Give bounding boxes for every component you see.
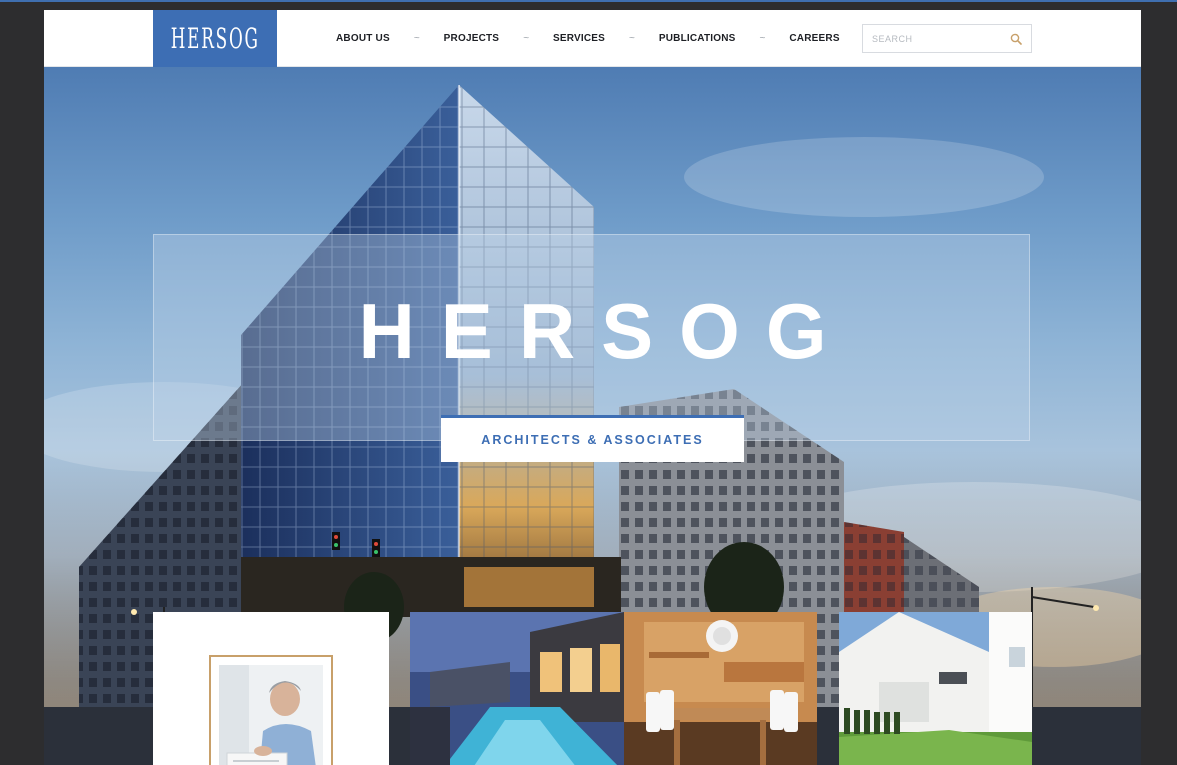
search-input[interactable] [863,25,1003,52]
hero-subtitle-panel: ARCHITECTS & ASSOCIATES [441,415,744,462]
architect-photo [219,665,323,765]
hero-title: HERSOG [358,287,853,375]
search-box [862,24,1032,53]
website-page: HERSOG ABOUT US ~ PROJECTS ~ SERVICES ~ … [44,10,1141,765]
portrait-frame [209,655,333,765]
nav-separator: ~ [759,33,766,44]
nav-careers[interactable]: CAREERS [789,33,839,44]
logo-text: HERSOG [170,21,260,55]
nav-separator: ~ [629,33,635,44]
nav-services[interactable]: SERVICES [553,33,605,44]
site-header: HERSOG ABOUT US ~ PROJECTS ~ SERVICES ~ … [44,10,1141,67]
nav-publications[interactable]: PUBLICATIONS [659,33,736,44]
card-project-house[interactable] [839,612,1032,765]
card-architect[interactable] [153,612,389,765]
search-icon[interactable] [1010,33,1022,45]
nav-separator: ~ [413,33,420,44]
nav-projects[interactable]: PROJECTS [444,33,500,44]
card-project-pool[interactable] [410,612,624,765]
logo[interactable]: HERSOG [153,10,277,67]
main-nav: ABOUT US ~ PROJECTS ~ SERVICES ~ PUBLICA… [336,10,840,67]
nav-about-us[interactable]: ABOUT US [336,33,390,44]
card-project-interior[interactable] [624,612,817,765]
nav-separator: ~ [523,33,530,44]
window-top-edge [0,0,1177,2]
hero-subtitle: ARCHITECTS & ASSOCIATES [481,433,704,447]
hero-section: HERSOG ARCHITECTS & ASSOCIATES [44,67,1141,765]
